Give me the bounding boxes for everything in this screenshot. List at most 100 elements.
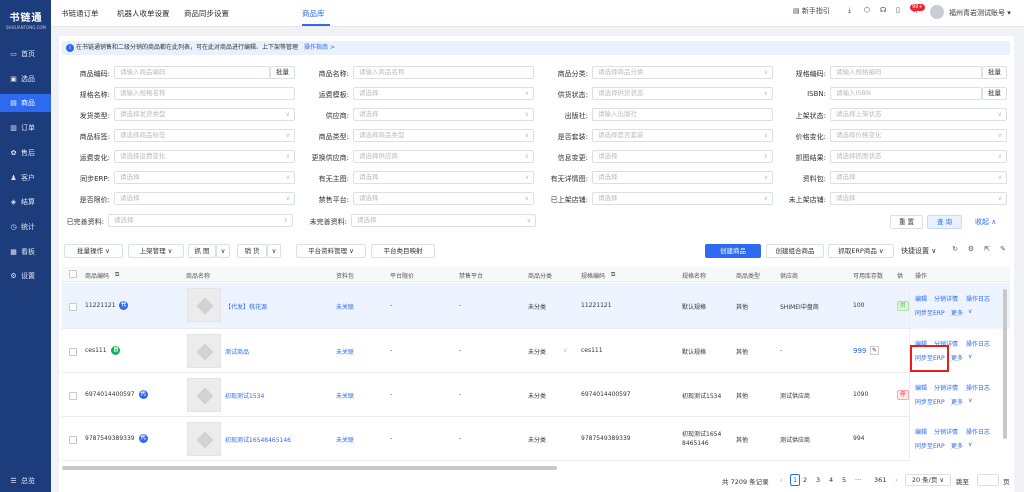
more-link[interactable]: 更多 <box>951 308 963 317</box>
distribution-detail-link[interactable]: 分销详情 <box>934 383 958 392</box>
page-number[interactable]: 4 <box>829 476 833 484</box>
stock-count[interactable]: 999 <box>853 347 866 355</box>
filter-input[interactable]: 请选择 ∨ <box>353 192 534 205</box>
filter-input[interactable]: 请选择 ∨ <box>592 192 773 205</box>
filter-input[interactable]: 请选择运费变化 ∨ <box>114 150 295 163</box>
sell-dropdown[interactable]: ∨ <box>267 244 281 258</box>
avatar[interactable] <box>930 5 944 19</box>
more-link[interactable]: 更多 <box>951 397 963 406</box>
category-dropdown-icon[interactable]: ∨ <box>563 347 567 354</box>
row-checkbox[interactable] <box>69 303 77 311</box>
guide-link-notice[interactable]: 操作指南 > <box>304 44 335 51</box>
edit-link[interactable]: 编辑 <box>915 427 927 436</box>
sync-erp-link[interactable]: 同步至ERP <box>915 308 945 317</box>
filter-input[interactable]: 请选择供货状态 ∨ <box>592 87 773 100</box>
filter-input[interactable]: 请选择 ∨ <box>353 171 534 184</box>
app-logo[interactable]: 书链通 SHULIANTONG.COM <box>6 9 46 30</box>
product-name-link[interactable]: 初现测试16548465146 <box>225 435 291 444</box>
edit-link[interactable]: 编辑 <box>915 383 927 392</box>
vertical-scrollbar[interactable] <box>1003 289 1007 439</box>
refresh-icon[interactable]: ↻ <box>950 245 960 255</box>
row-checkbox[interactable] <box>69 436 77 444</box>
select-all-checkbox[interactable] <box>69 270 77 278</box>
download-icon[interactable]: ⤓ <box>848 6 851 15</box>
export-icon[interactable]: ⇱ <box>982 245 992 255</box>
shelf-manage-button[interactable]: 上架管理 ∨ <box>128 244 184 258</box>
document-icon[interactable]: ▯ <box>896 6 900 14</box>
sync-erp-link[interactable]: 同步至ERP <box>915 397 945 406</box>
filter-input[interactable]: 请输入商品编码 <box>114 66 270 79</box>
filter-input[interactable]: 请选择商品标签 ∨ <box>114 129 295 142</box>
filter-input[interactable]: 请选择商品类型 ∨ <box>353 129 534 142</box>
more-link[interactable]: 更多 <box>951 353 963 362</box>
sidebar-item[interactable]: ▭ 首页 <box>0 45 51 63</box>
page-number[interactable]: 5 <box>842 476 846 484</box>
account-name[interactable]: 福州青岩测试账号 ▾ <box>949 8 1011 18</box>
batch-ops-button[interactable]: 批量操作 ∨ <box>64 244 123 258</box>
filter-input[interactable]: 请选择 ∨ <box>592 150 773 163</box>
sidebar-overview[interactable]: ☰ 总览 <box>0 472 51 490</box>
copy-icon[interactable]: ⧉ <box>611 271 615 279</box>
next-page-button[interactable]: › <box>895 476 898 484</box>
product-name-link[interactable]: 【代发】桃花源 <box>225 302 267 311</box>
bulk-input-button[interactable]: 批量 <box>982 66 1007 79</box>
data-pack-link[interactable]: 未关联 <box>336 302 354 311</box>
quick-settings-button[interactable]: 快捷设置 ∨ <box>901 246 936 256</box>
filter-input[interactable]: 请选择 ∨ <box>351 214 536 227</box>
headset-icon[interactable]: ☊ <box>880 6 886 14</box>
horizontal-scrollbar[interactable] <box>62 466 557 470</box>
more-link[interactable]: 更多 <box>951 441 963 450</box>
filter-input[interactable]: 请选择发货类型 ∨ <box>114 108 295 121</box>
operation-log-link[interactable]: 操作日志 <box>966 427 990 436</box>
page-number[interactable]: 2 <box>803 476 807 484</box>
filter-input[interactable]: 请输入商品名称 <box>353 66 534 79</box>
sync-erp-link[interactable]: 同步至ERP <box>915 441 945 450</box>
gear-icon[interactable]: ⚙ <box>966 245 976 255</box>
shield-icon[interactable]: ⬡ <box>864 6 870 14</box>
filter-input[interactable]: 请选择商品分类 ∨ <box>592 66 773 79</box>
filter-input[interactable]: 请输入出版社 <box>592 108 773 121</box>
filter-input[interactable]: 请选择 ∨ <box>353 87 534 100</box>
operation-log-link[interactable]: 操作日志 <box>966 383 990 392</box>
distribution-detail-link[interactable]: 分销详情 <box>934 294 958 303</box>
grab-image-button[interactable]: 抓 图 <box>188 244 216 258</box>
page-number[interactable]: 1 <box>790 474 801 486</box>
platform-data-button[interactable]: 平台资料管理 ∨ <box>296 244 366 258</box>
filter-input[interactable]: 请输入规格名称 <box>114 87 295 100</box>
operation-log-link[interactable]: 操作日志 <box>966 294 990 303</box>
bulk-input-button[interactable]: 批量 <box>982 87 1007 100</box>
page-number[interactable]: 361 <box>874 476 886 484</box>
page-number[interactable]: 3 <box>816 476 820 484</box>
operation-log-link[interactable]: 操作日志 <box>966 339 990 348</box>
tab-robot-order-settings[interactable]: 机器人收单设置 <box>117 8 170 19</box>
guide-link[interactable]: ▤ 新手指引 <box>793 6 830 16</box>
collapse-filters-button[interactable]: 收起 ∧ <box>975 217 996 227</box>
filter-input[interactable]: 请选择 ∨ <box>592 171 773 184</box>
row-checkbox[interactable] <box>69 348 77 356</box>
sidebar-item[interactable]: ⚙ 设置 <box>0 267 51 285</box>
distribution-detail-link[interactable]: 分销详情 <box>934 427 958 436</box>
filter-input[interactable]: 请选择上架状态 ∨ <box>830 108 1007 121</box>
page-size-select[interactable]: 20 条/页 ∨ <box>905 474 951 486</box>
tab-product-sync-settings[interactable]: 商品同步设置 <box>184 8 229 19</box>
filter-input[interactable]: 请选择价格变化 ∨ <box>830 129 1007 142</box>
filter-input[interactable]: 请输入规格编码 <box>830 66 982 79</box>
copy-icon[interactable]: ⧉ <box>115 271 119 279</box>
category-map-button[interactable]: 平台类目映射 <box>371 244 435 258</box>
product-name-link[interactable]: 初现测试1534 <box>225 391 264 400</box>
data-pack-link[interactable]: 未关联 <box>336 347 354 356</box>
filter-input[interactable]: 请选择 ∨ <box>353 108 534 121</box>
filter-input[interactable]: 请选择 ∨ <box>830 171 1007 184</box>
grab-image-dropdown[interactable]: ∨ <box>216 244 230 258</box>
create-product-button[interactable]: 创建商品 <box>705 244 761 258</box>
filter-input[interactable]: 请选择抓图状态 ∨ <box>830 150 1007 163</box>
jump-page-input[interactable] <box>977 474 999 486</box>
data-pack-link[interactable]: 未关联 <box>336 435 354 444</box>
row-checkbox[interactable] <box>69 392 77 400</box>
edit-icon[interactable]: ✎ <box>998 245 1008 255</box>
filter-input[interactable]: 请选择 ∨ <box>114 171 295 184</box>
edit-stock-icon[interactable]: ✎ <box>870 346 880 355</box>
filter-input[interactable]: 请选择 ∨ <box>108 214 293 227</box>
create-combo-button[interactable]: 创建组合商品 <box>766 244 824 258</box>
tab-product-library[interactable]: 商品库 <box>302 8 325 19</box>
